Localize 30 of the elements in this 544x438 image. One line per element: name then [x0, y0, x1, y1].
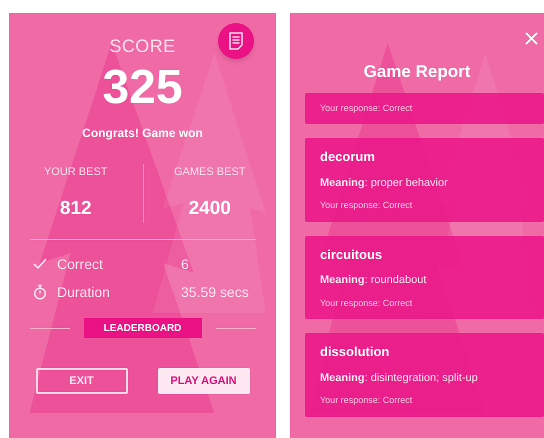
action-button[interactable]: PLAY AGAIN [158, 368, 250, 394]
word-title: circuitous [320, 246, 384, 264]
word-meaning: Meaning: proper behavior [320, 176, 449, 190]
stat-value: 6 [181, 254, 189, 274]
check-icon [33, 258, 47, 270]
document-icon [229, 32, 243, 50]
leaderboard-button[interactable]: LEADERBOARD [84, 318, 202, 338]
stat-label: Correct [57, 254, 104, 274]
response-text: Your response: Correct [320, 296, 414, 310]
word-title: dissolution [320, 343, 390, 361]
best-value: 812 [60, 196, 92, 220]
response-text: Your response: Correct [320, 394, 414, 407]
result-message: Congrats! Game won [82, 125, 203, 142]
action-button[interactable]: EXIT [36, 368, 128, 394]
best-label: YOUR BEST [44, 165, 108, 180]
report-title: Game Report [362, 61, 472, 83]
score-value: 325 [102, 62, 183, 114]
word-title: decorum [320, 148, 376, 166]
stat-label: Duration [57, 282, 111, 302]
word-meaning: Meaning: roundabout [320, 273, 428, 288]
response-text: Your response: Correct [320, 199, 414, 212]
close-icon [524, 32, 538, 44]
report-button[interactable] [218, 23, 254, 59]
stat-value: 35.59 secs [181, 282, 249, 302]
score-label: SCORE [109, 35, 176, 58]
response-text: Your response: Correct [320, 102, 414, 115]
word-meaning: Meaning: disintegration; split-up [320, 370, 479, 386]
best-value: 2400 [188, 196, 231, 220]
best-label: GAMES BEST [174, 165, 246, 180]
stopwatch-icon [33, 284, 47, 300]
